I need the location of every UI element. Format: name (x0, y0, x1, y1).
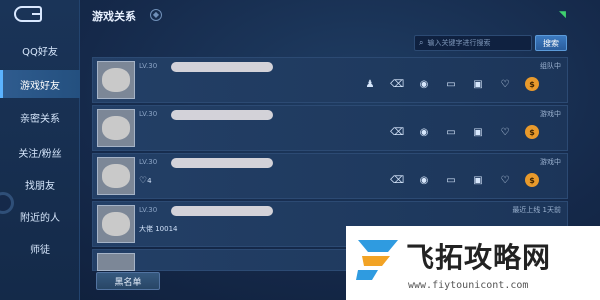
watch-icon[interactable]: ◉ (417, 173, 431, 187)
status-badge: 组队中 (540, 62, 561, 70)
watermark-logo-icon (356, 240, 398, 280)
friend-level: LV.30 (139, 158, 158, 166)
gift-icon[interactable]: ▣ (471, 173, 485, 187)
friend-row[interactable]: LV.30 游戏中 ♡4 ⌫ ◉ ▭ ▣ ♡ $ (92, 153, 568, 199)
friend-row[interactable]: LV.30 游戏中 ⌫ ◉ ▭ ▣ ♡ $ (92, 105, 568, 151)
friend-name-redacted (171, 62, 273, 72)
gift-icon[interactable]: ▣ (471, 125, 485, 139)
row-actions: ⌫ ◉ ▭ ▣ ♡ $ (390, 173, 539, 189)
heart-icon: ♡ (139, 176, 148, 186)
sidebar-item-follow-fans[interactable]: 关注/粉丝 (0, 138, 80, 166)
watch-icon[interactable]: ◉ (417, 77, 431, 91)
intimacy-count: ♡4 (139, 176, 152, 186)
sidebar-item-intimate[interactable]: 亲密关系 (0, 103, 80, 131)
chat-icon[interactable]: ▭ (444, 77, 458, 91)
chat-icon[interactable]: ▭ (444, 173, 458, 187)
intimacy-icon[interactable]: ♡ (498, 77, 512, 91)
status-badge: 游戏中 (540, 110, 561, 118)
search-icon: ⌕ (419, 38, 424, 47)
search-box[interactable]: ⌕ (414, 35, 532, 51)
avatar[interactable] (97, 157, 135, 195)
friend-level: LV.30 (139, 110, 158, 118)
info-icon[interactable]: ◆ (150, 9, 162, 21)
search-button[interactable]: 搜索 (535, 35, 567, 51)
sidebar-item-qq-friends[interactable]: QQ好友 (0, 36, 80, 64)
sidebar-item-game-friends[interactable]: 游戏好友 (0, 70, 80, 98)
friend-level: LV.30 (139, 206, 158, 214)
watch-icon[interactable]: ◉ (417, 125, 431, 139)
rank-text: 大佬 10014 (139, 225, 178, 233)
wifi-icon: ◥ (559, 10, 566, 20)
avatar[interactable] (97, 61, 135, 99)
coin-icon[interactable]: $ (525, 125, 539, 139)
coin-icon[interactable]: $ (525, 173, 539, 187)
watermark-text: 飞拓攻略网 (406, 241, 552, 274)
sidebar-item-mentor[interactable]: 师徒 (0, 234, 80, 262)
friend-name-redacted (171, 110, 273, 120)
profile-icon[interactable]: ♟ (363, 77, 377, 91)
delete-icon[interactable]: ⌫ (390, 77, 404, 91)
delete-icon[interactable]: ⌫ (390, 125, 404, 139)
avatar[interactable] (97, 205, 135, 243)
friend-row[interactable]: LV.30 组队中 ♟ ⌫ ◉ ▭ ▣ ♡ $ (92, 57, 568, 103)
gift-icon[interactable]: ▣ (471, 77, 485, 91)
search-input[interactable] (427, 39, 524, 47)
coin-icon[interactable]: $ (525, 77, 539, 91)
page-title: 游戏关系 (92, 10, 136, 23)
friend-name-redacted (171, 158, 273, 168)
chat-icon[interactable]: ▭ (444, 125, 458, 139)
row-actions: ♟ ⌫ ◉ ▭ ▣ ♡ $ (363, 77, 539, 93)
status-badge: 最近上线 1天前 (512, 206, 561, 214)
sidebar-item-find-friends[interactable]: 找朋友 (0, 170, 80, 198)
delete-icon[interactable]: ⌫ (390, 173, 404, 187)
back-icon[interactable] (14, 6, 42, 22)
row-actions: ⌫ ◉ ▭ ▣ ♡ $ (390, 125, 539, 141)
friend-name-redacted (171, 206, 273, 216)
avatar[interactable] (97, 253, 135, 271)
friend-level: LV.30 (139, 62, 158, 70)
avatar[interactable] (97, 109, 135, 147)
watermark-url: www.fiytounicont.com (408, 280, 529, 291)
watermark: 飞拓攻略网 www.fiytounicont.com (346, 226, 600, 300)
status-badge: 游戏中 (540, 158, 561, 166)
blacklist-button[interactable]: 黑名单 (96, 272, 160, 290)
intimacy-icon[interactable]: ♡ (498, 173, 512, 187)
sidebar: QQ好友 游戏好友 亲密关系 关注/粉丝 找朋友 附近的人 师徒 (0, 0, 80, 300)
intimacy-icon[interactable]: ♡ (498, 125, 512, 139)
